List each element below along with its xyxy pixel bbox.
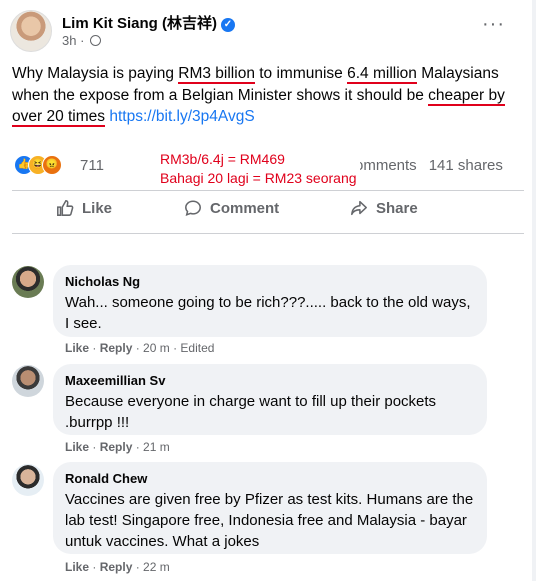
commenter-name[interactable]: Nicholas Ng [65, 273, 475, 290]
commenter-name[interactable]: Maxeemillian Sv [65, 372, 475, 389]
post-time[interactable]: 3h · [62, 33, 84, 48]
post-text: Why Malaysia is paying RM3 billion to im… [12, 63, 527, 128]
annotation-line: Bahagi 20 lagi = RM23 seorang [160, 170, 357, 186]
comment-text: Vaccines are given free by Pfizer as tes… [65, 491, 474, 550]
share-icon [351, 200, 367, 216]
comment-reply-link[interactable]: Reply [100, 560, 133, 574]
comment-reply-link[interactable]: Reply [100, 341, 133, 355]
comment-reply-link[interactable]: Reply [100, 440, 133, 454]
comment-like-link[interactable]: Like [65, 440, 89, 454]
share-label: Share [376, 200, 418, 217]
highlight-population: 6.4 million [347, 65, 417, 84]
avatar[interactable] [12, 266, 44, 298]
divider [12, 190, 524, 191]
comment-time[interactable]: 20 m [143, 341, 170, 355]
comment-meta: Like · Reply · 21 m [65, 440, 170, 454]
reaction-count[interactable]: 711 [80, 157, 104, 174]
post-stats: omments 141 shares [355, 157, 503, 174]
author-name[interactable]: Lim Kit Siang (林吉祥) [62, 15, 217, 32]
post-author[interactable]: Lim Kit Siang (林吉祥) ✓ [62, 12, 235, 33]
edited-label: Edited [180, 341, 215, 355]
author-avatar[interactable] [10, 10, 52, 52]
comment-button[interactable]: Comment [184, 199, 279, 223]
divider [12, 233, 524, 234]
comment-time[interactable]: 21 m [143, 440, 170, 454]
comment-time[interactable]: 22 m [143, 560, 170, 574]
comment-bubble: Nicholas Ng Wah... someone going to be r… [53, 265, 487, 337]
avatar[interactable] [12, 365, 44, 397]
commenter-name[interactable]: Ronald Chew [65, 470, 475, 487]
handwritten-annotation: RM3b/6.4j = RM469 Bahagi 20 lagi = RM23 … [150, 148, 360, 188]
comment-text: Because everyone in charge want to fill … [65, 393, 437, 431]
comment-meta: Like · Reply · 22 m [65, 560, 170, 574]
comment-like-link[interactable]: Like [65, 560, 89, 574]
comment-meta: Like · Reply · 20 m · Edited [65, 341, 215, 355]
comment-icon [185, 200, 201, 216]
post-meta: 3h · [62, 33, 102, 48]
annotation-line: RM3b/6.4j = RM469 [160, 151, 285, 167]
globe-icon [90, 35, 102, 46]
like-button[interactable]: Like [56, 199, 112, 223]
angry-reaction-icon: 😠 [42, 155, 62, 175]
comment-text: Wah... someone going to be rich???..... … [65, 294, 471, 332]
scrollbar[interactable] [532, 0, 536, 581]
comment-count[interactable]: omments [355, 157, 417, 174]
avatar[interactable] [12, 464, 44, 496]
highlight-amount: RM3 billion [178, 65, 255, 84]
share-button[interactable]: Share [350, 199, 418, 223]
thumbs-up-icon [57, 200, 74, 216]
post-link[interactable]: https://bit.ly/3p4AvgS [109, 108, 254, 125]
comment-label: Comment [210, 200, 280, 217]
comment-bubble: Ronald Chew Vaccines are given free by P… [53, 462, 487, 554]
post-text-part: to immunise [254, 65, 348, 82]
post-text-part: Why Malaysia is paying [12, 65, 179, 82]
comment-like-link[interactable]: Like [65, 341, 89, 355]
like-label: Like [82, 200, 113, 217]
comment-bubble: Maxeemillian Sv Because everyone in char… [53, 364, 487, 435]
share-count[interactable]: 141 shares [429, 157, 503, 174]
more-icon[interactable]: ··· [482, 14, 505, 34]
verified-icon: ✓ [221, 18, 235, 32]
